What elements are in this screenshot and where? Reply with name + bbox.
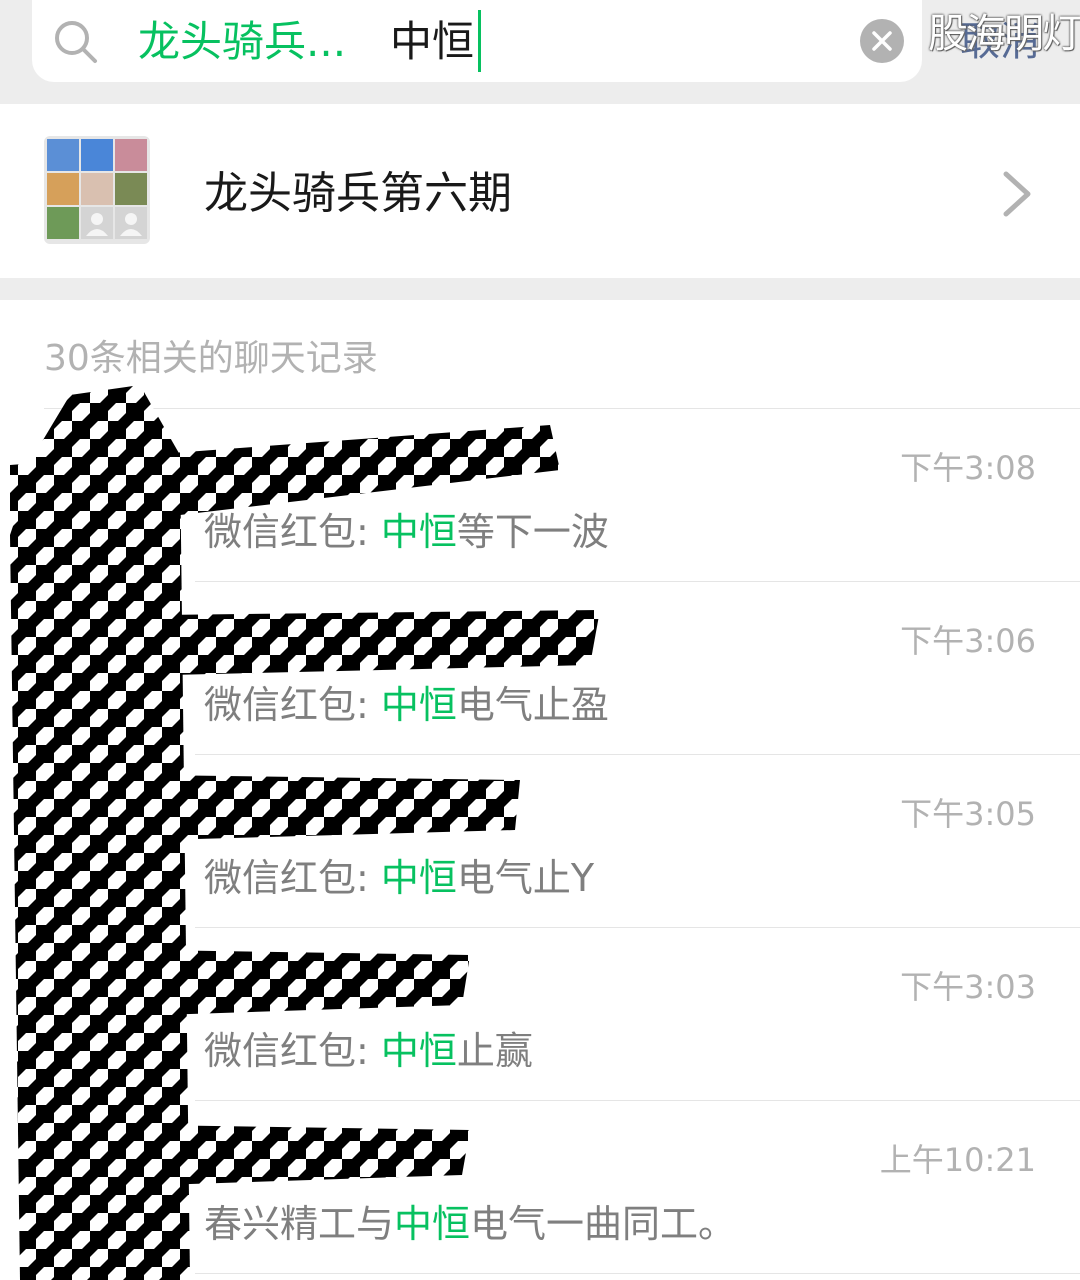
- default-avatar-icon: [115, 207, 147, 239]
- text-cursor: [478, 10, 481, 72]
- member-avatar: [47, 139, 79, 171]
- search-icon: [52, 18, 100, 66]
- chevron-right-icon: [1000, 170, 1034, 222]
- member-avatar: [115, 139, 147, 171]
- redaction-scribble: [10, 385, 600, 1280]
- member-avatar: [47, 207, 79, 239]
- search-scope-chip[interactable]: 龙头骑兵...: [138, 14, 346, 70]
- records-count-label: 30条相关的聊天记录: [44, 338, 378, 379]
- member-avatar: [81, 139, 113, 171]
- group-result-row[interactable]: [0, 104, 1080, 278]
- watermark: 股海明灯: [928, 11, 1080, 57]
- search-input[interactable]: 中恒: [390, 14, 474, 70]
- record-time: 下午3:03: [900, 968, 1036, 1006]
- clear-icon[interactable]: [860, 19, 904, 63]
- record-time: 下午3:08: [900, 449, 1036, 487]
- member-avatar: [47, 173, 79, 205]
- group-name: 龙头骑兵第六期: [204, 168, 512, 219]
- search-bar: 龙头骑兵... 中恒 取消 股海明灯: [0, 0, 1080, 104]
- record-time: 上午10:21: [879, 1141, 1036, 1179]
- default-avatar-icon: [81, 207, 113, 239]
- record-time: 下午3:05: [900, 795, 1036, 833]
- record-time: 下午3:06: [900, 622, 1036, 660]
- group-avatar: [44, 136, 150, 244]
- member-avatar: [115, 173, 147, 205]
- member-avatar: [81, 173, 113, 205]
